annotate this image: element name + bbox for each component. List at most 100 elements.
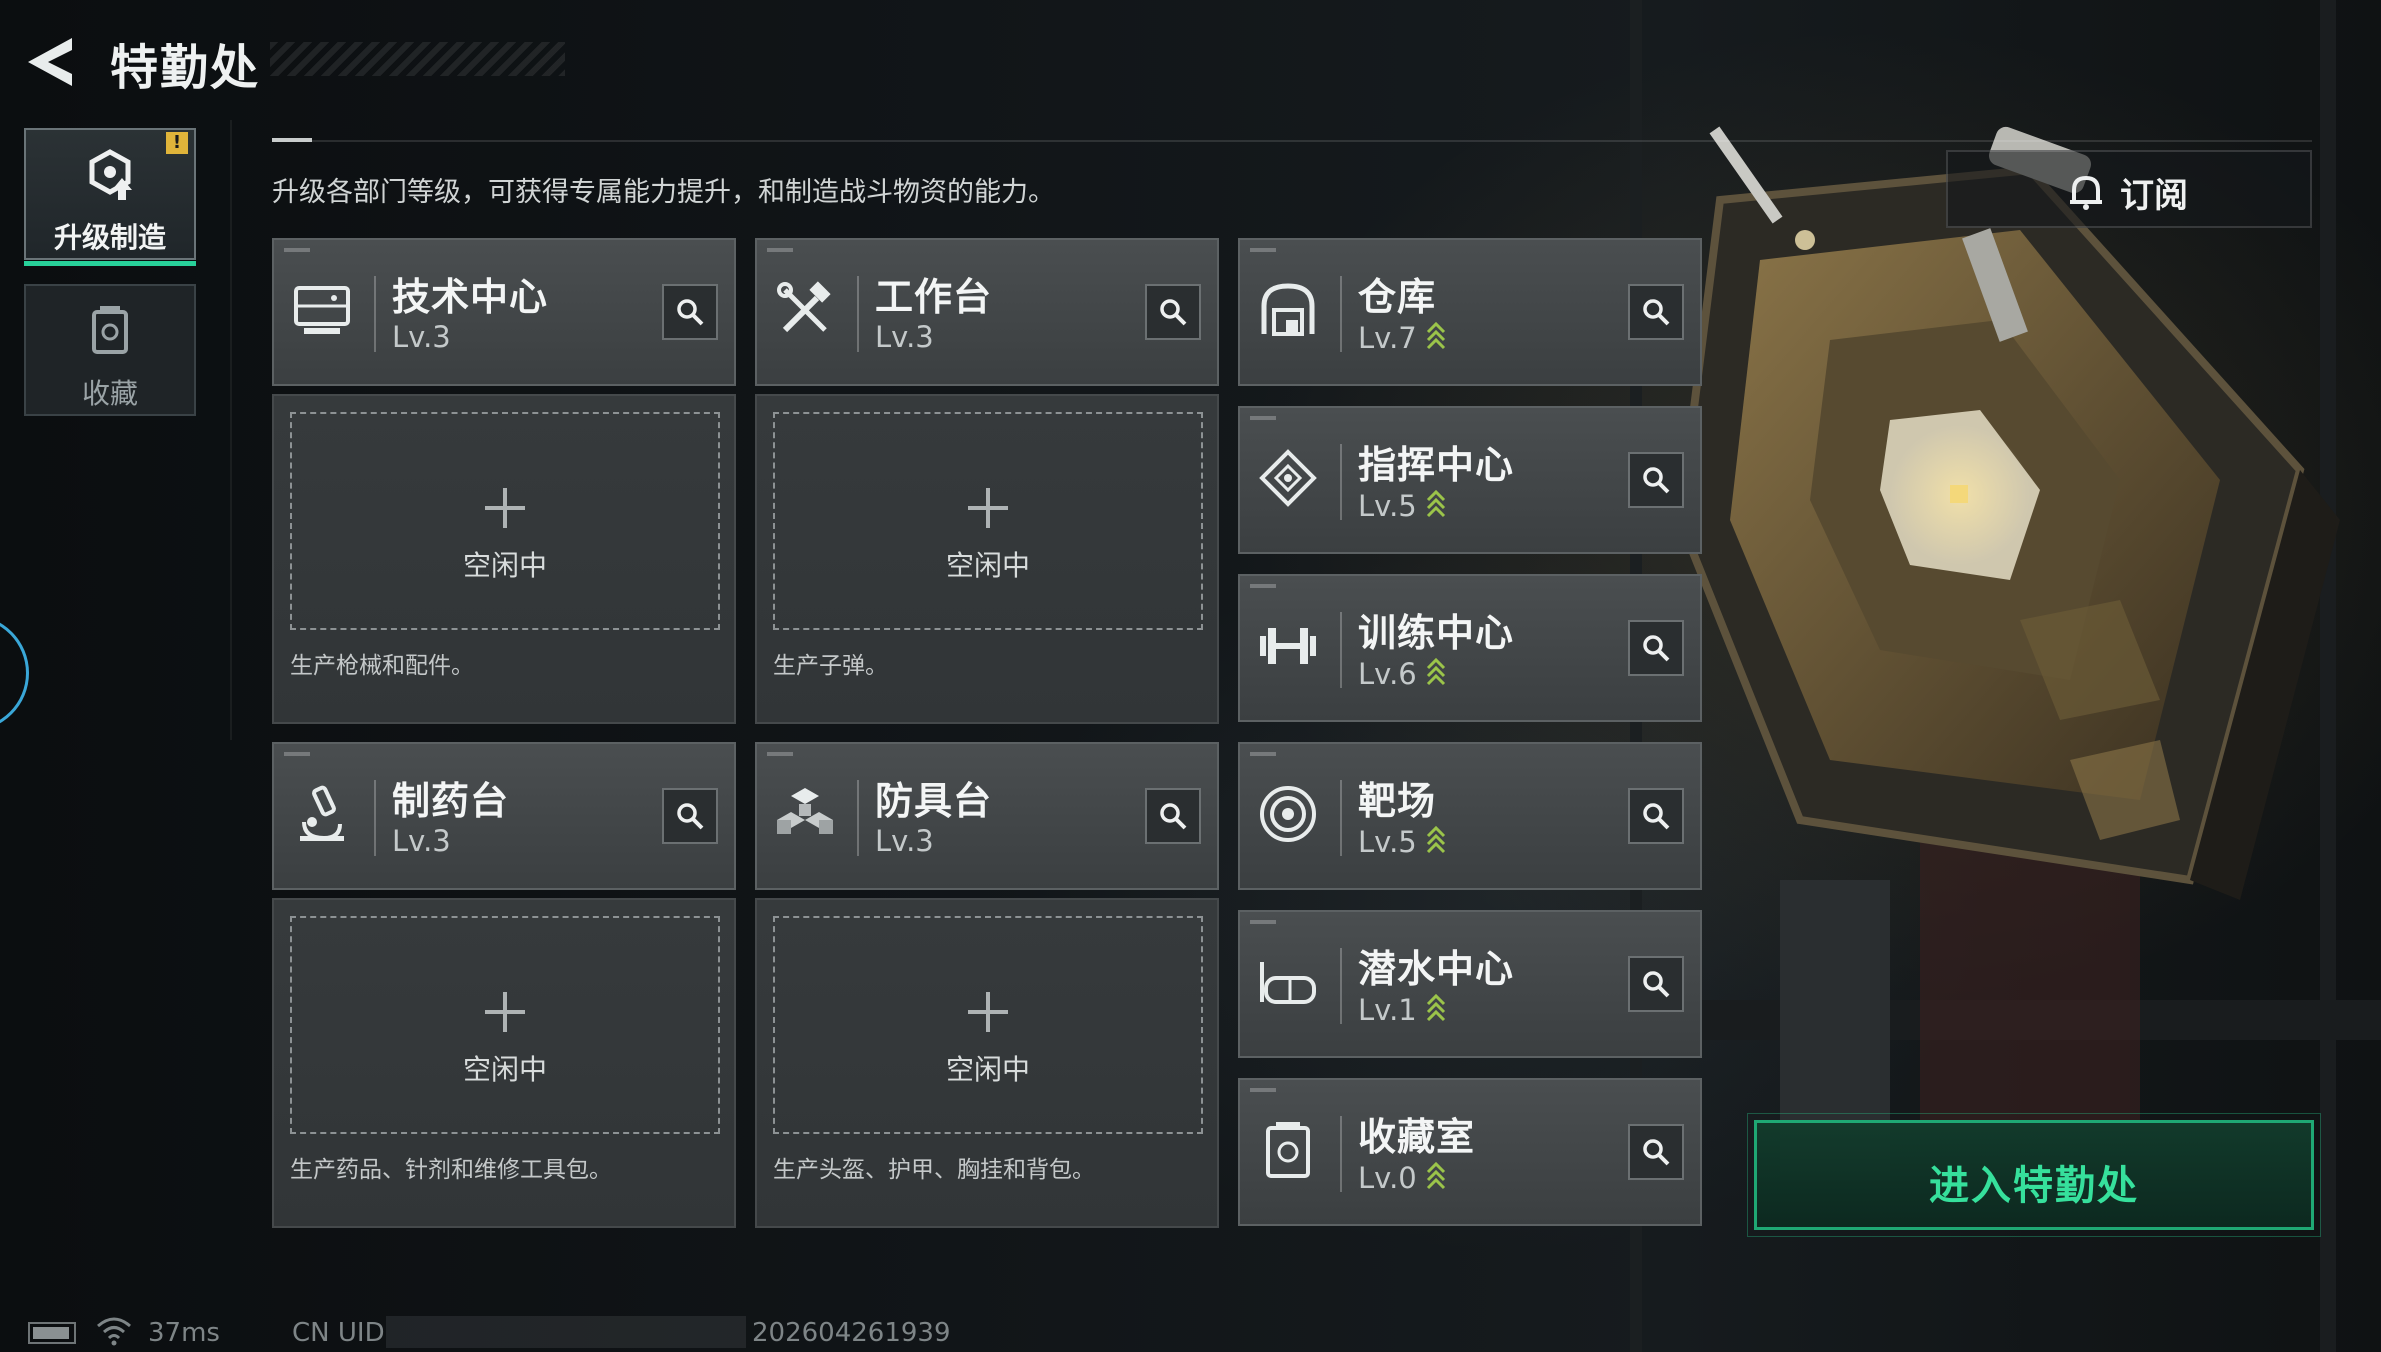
production-panel-workbench: 空闲中 生产子弹。 <box>755 394 1219 724</box>
search-icon <box>1643 635 1670 662</box>
back-button[interactable] <box>22 32 82 92</box>
uid-redacted <box>386 1316 746 1348</box>
card-separator <box>1340 948 1342 1024</box>
command-icon <box>1259 449 1317 507</box>
dept-level-row: Lv.6 <box>1358 656 1447 691</box>
monitor-icon <box>294 286 350 334</box>
production-description: 生产药品、针剂和维修工具包。 <box>290 1157 612 1183</box>
production-slot[interactable]: 空闲中 <box>773 916 1203 1134</box>
tab-label: 升级制造 <box>53 221 166 254</box>
dept-name: 潜水中心 <box>1358 947 1515 991</box>
dept-level: Lv.3 <box>875 320 934 354</box>
subscribe-button[interactable]: 订阅 <box>1946 150 2312 228</box>
dept-card-tech-center[interactable]: 技术中心 Lv.3 <box>272 238 736 386</box>
dept-name: 指挥中心 <box>1358 443 1515 487</box>
card-separator <box>1340 276 1342 352</box>
search-button[interactable] <box>1628 956 1684 1012</box>
dept-level: Lv.3 <box>875 824 934 858</box>
search-icon <box>1643 467 1670 494</box>
production-description: 生产子弹。 <box>773 653 888 679</box>
upgrade-available-icon <box>1426 1161 1445 1190</box>
enter-button-label: 进入特勤处 <box>1929 1163 2139 1209</box>
upgrade-available-icon <box>1426 489 1445 518</box>
dept-level: Lv.5 <box>1358 489 1417 523</box>
card-separator <box>1340 1116 1342 1192</box>
dept-level: Lv.6 <box>1358 657 1417 691</box>
search-button[interactable] <box>1628 1124 1684 1180</box>
search-icon <box>677 803 704 830</box>
dept-card-diving-center[interactable]: 潜水中心 Lv.1 <box>1238 910 1702 1058</box>
search-button[interactable] <box>662 284 718 340</box>
upgrade-available-icon <box>1426 993 1445 1022</box>
upgrade-gear-icon <box>89 149 132 200</box>
upgrade-available-icon <box>1426 321 1445 350</box>
subscribe-label: 订阅 <box>2120 176 2188 216</box>
search-icon <box>1160 803 1187 830</box>
search-icon <box>1643 971 1670 998</box>
dept-card-armor-bench[interactable]: 防具台 Lv.3 <box>755 742 1219 890</box>
dept-level-row: Lv.1 <box>1358 992 1447 1027</box>
tools-icon <box>777 281 831 333</box>
slot-status: 空闲中 <box>462 1053 547 1086</box>
dept-level: Lv.7 <box>1358 321 1417 355</box>
side-drawer-handle[interactable] <box>0 615 29 731</box>
dept-level: Lv.0 <box>1358 1161 1417 1195</box>
search-button[interactable] <box>1628 284 1684 340</box>
plus-icon <box>968 992 1008 1032</box>
production-slot[interactable]: 空闲中 <box>773 412 1203 630</box>
uid-label: CN UID <box>292 1318 385 1348</box>
target-icon <box>1260 786 1316 842</box>
dept-level-row: Lv.0 <box>1358 1160 1447 1195</box>
dept-name: 仓库 <box>1358 275 1437 319</box>
search-button[interactable] <box>1145 788 1201 844</box>
production-slot[interactable]: 空闲中 <box>290 412 720 630</box>
warehouse-icon <box>1261 283 1315 336</box>
slot-status: 空闲中 <box>945 1053 1030 1086</box>
collection-icon <box>1266 1122 1310 1178</box>
dept-card-command-center[interactable]: 指挥中心 Lv.5 <box>1238 406 1702 554</box>
card-separator <box>374 276 376 352</box>
card-separator <box>857 276 859 352</box>
dept-level-row: Lv.5 <box>1358 488 1447 523</box>
diving-mask-icon <box>1260 962 1316 1004</box>
tab-collection[interactable]: 收藏 <box>24 284 196 416</box>
enter-special-ops-button[interactable]: 进入特勤处 <box>1747 1113 2321 1237</box>
search-button[interactable] <box>662 788 718 844</box>
dept-card-collection-room[interactable]: 收藏室 Lv.0 <box>1238 1078 1702 1226</box>
search-icon <box>677 299 704 326</box>
dept-level: Lv.5 <box>1358 825 1417 859</box>
title-decoration <box>270 42 565 76</box>
slot-status: 空闲中 <box>462 549 547 582</box>
battery-icon <box>28 1322 76 1344</box>
tab-upgrade-craft[interactable]: ! 升级制造 <box>24 128 196 266</box>
dept-level: Lv.1 <box>1358 993 1417 1027</box>
card-separator <box>374 780 376 856</box>
card-separator <box>1340 444 1342 520</box>
dept-card-shooting-range[interactable]: 靶场 Lv.5 <box>1238 742 1702 890</box>
plus-icon <box>968 488 1008 528</box>
back-arrow-icon <box>28 38 72 86</box>
dept-card-training-center[interactable]: 训练中心 Lv.6 <box>1238 574 1702 722</box>
search-button[interactable] <box>1628 452 1684 508</box>
dept-name: 工作台 <box>875 275 993 319</box>
upgrade-available-icon <box>1426 825 1445 854</box>
dept-card-warehouse[interactable]: 仓库 Lv.7 <box>1238 238 1702 386</box>
upgrade-available-icon <box>1426 657 1445 686</box>
wifi-icon <box>97 1317 131 1346</box>
search-button[interactable] <box>1628 788 1684 844</box>
dept-card-workbench[interactable]: 工作台 Lv.3 <box>755 238 1219 386</box>
production-slot[interactable]: 空闲中 <box>290 916 720 1134</box>
search-icon <box>1643 299 1670 326</box>
dept-card-pharmacy[interactable]: 制药台 Lv.3 <box>272 742 736 890</box>
dept-level-row: Lv.5 <box>1358 824 1447 859</box>
plus-icon <box>485 488 525 528</box>
dept-level: Lv.3 <box>392 824 451 858</box>
status-bar: 37ms CN UID 202604261939 <box>0 1308 2381 1352</box>
search-button[interactable] <box>1628 620 1684 676</box>
search-button[interactable] <box>1145 284 1201 340</box>
production-panel-pharmacy: 空闲中 生产药品、针剂和维修工具包。 <box>272 898 736 1228</box>
notification-badge: ! <box>166 132 188 154</box>
card-separator <box>857 780 859 856</box>
dept-name: 制药台 <box>392 779 510 823</box>
slot-status: 空闲中 <box>945 549 1030 582</box>
